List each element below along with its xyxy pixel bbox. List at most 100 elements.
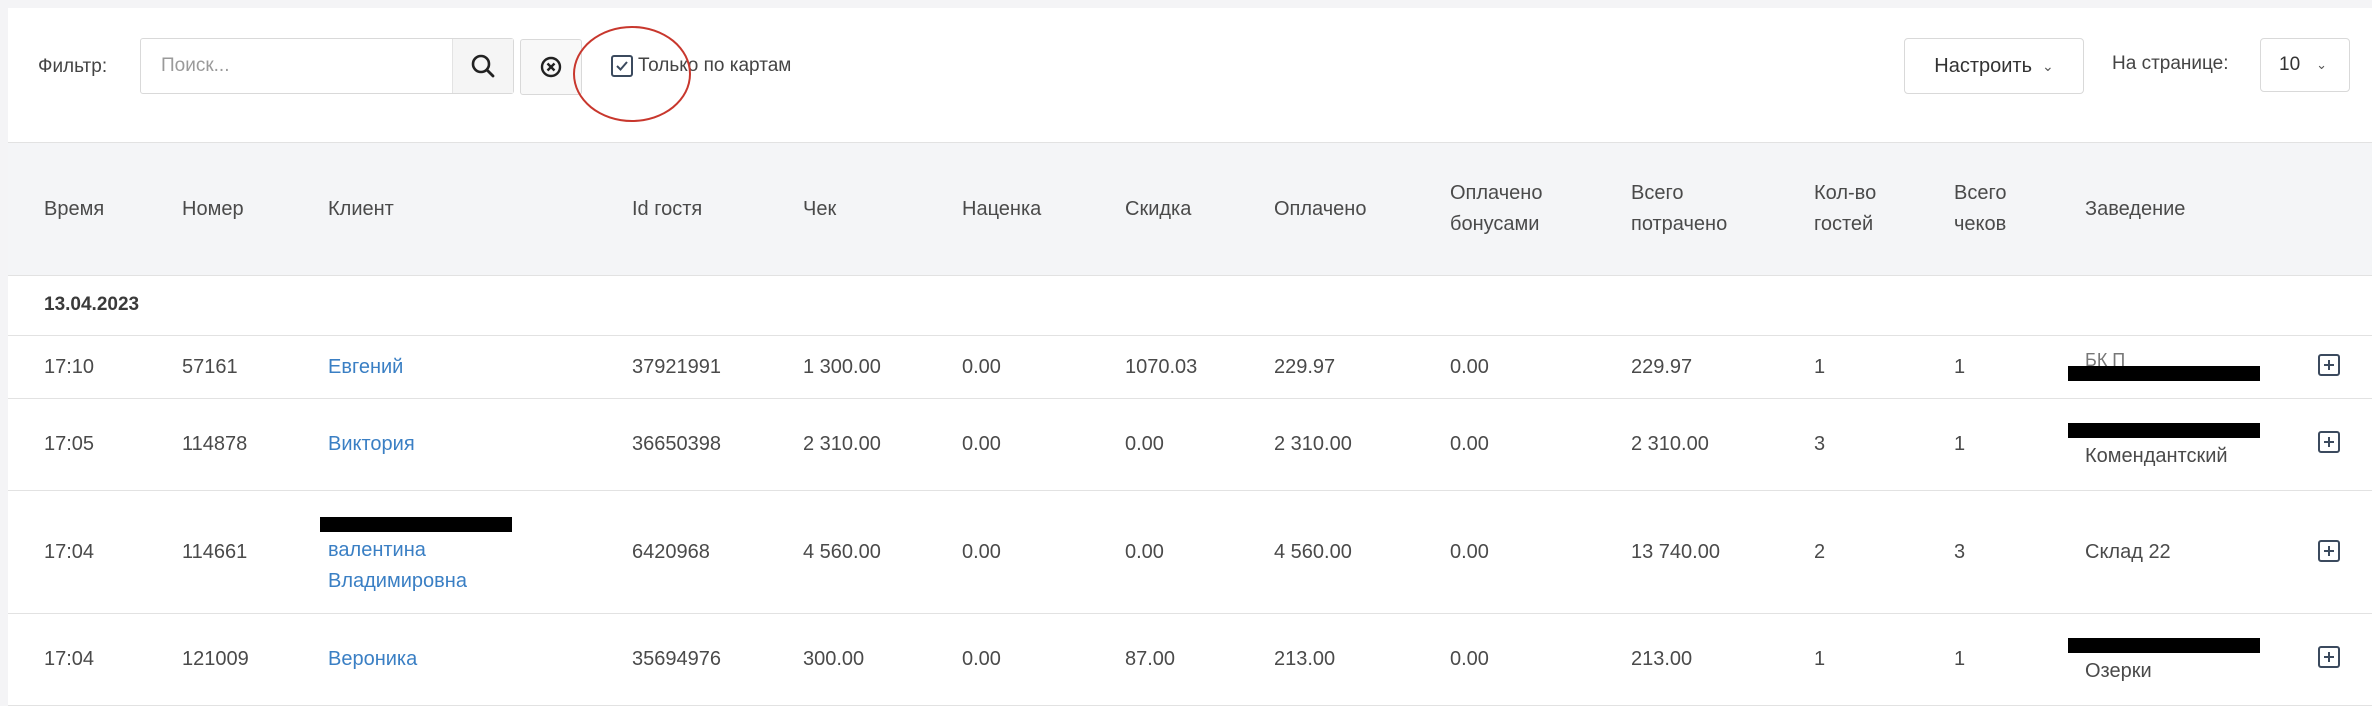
cell-check: 4 560.00 xyxy=(803,540,881,563)
cell-paid: 2 310.00 xyxy=(1274,433,1352,455)
cell-checks: 3 xyxy=(1954,540,1966,563)
cell-venue: Озерки xyxy=(2085,660,2152,682)
expand-row-button[interactable] xyxy=(2318,540,2340,562)
table-row[interactable]: 17:10 57161 Евгений 37921991 1 300.00 0.… xyxy=(8,336,2372,399)
search-button[interactable] xyxy=(452,39,513,93)
redaction-bar xyxy=(2068,638,2260,653)
chevron-down-icon: ⌄ xyxy=(2316,57,2328,72)
cell-markup: 0.00 xyxy=(962,540,1001,563)
cell-discount: 0.00 xyxy=(1125,433,1164,455)
plus-square-icon xyxy=(2324,360,2334,370)
column-header-check[interactable]: Чек xyxy=(803,143,836,275)
cell-total-spent: 213.00 xyxy=(1631,648,1693,670)
cell-time: 17:10 xyxy=(44,355,95,378)
column-header-total-spent[interactable]: Всего потрачено xyxy=(1631,143,1751,275)
cell-guests: 3 xyxy=(1814,433,1826,455)
cell-paid-bonus: 0.00 xyxy=(1450,433,1489,455)
table-header: Время Номер Клиент Id гостя Чек Наценка … xyxy=(8,142,2372,276)
column-header-number[interactable]: Номер xyxy=(182,143,244,275)
expand-row-button[interactable] xyxy=(2318,431,2340,453)
cell-markup: 0.00 xyxy=(962,433,1001,455)
group-date: 13.04.2023 xyxy=(44,294,140,315)
search-icon xyxy=(471,54,495,78)
search-field xyxy=(140,38,514,94)
column-header-client[interactable]: Клиент xyxy=(328,143,394,275)
cell-check: 300.00 xyxy=(803,648,865,670)
cell-paid: 4 560.00 xyxy=(1274,540,1352,563)
cell-discount: 87.00 xyxy=(1125,648,1176,670)
configure-columns-button[interactable]: Настроить ⌄ xyxy=(1904,38,2084,94)
cell-total-spent: 13 740.00 xyxy=(1631,540,1720,563)
plus-square-icon xyxy=(2324,652,2334,662)
cell-venue: Комендантский xyxy=(2085,445,2228,467)
clear-filter-button[interactable] xyxy=(520,39,582,95)
filter-toolbar: Фильтр: Только по кар xyxy=(8,8,2372,142)
cell-number: 121009 xyxy=(182,648,249,670)
only-cards-toggle[interactable]: Только по картам xyxy=(611,55,791,77)
column-header-checks[interactable]: Всего чеков xyxy=(1954,143,2034,275)
cell-paid-bonus: 0.00 xyxy=(1450,648,1489,670)
cell-check: 2 310.00 xyxy=(803,433,881,455)
search-input[interactable] xyxy=(141,39,447,93)
cell-paid-bonus: 0.00 xyxy=(1450,540,1489,563)
cell-number: 57161 xyxy=(182,355,238,378)
cell-time: 17:04 xyxy=(44,648,95,670)
column-header-paid[interactable]: Оплачено xyxy=(1274,143,1366,275)
cell-discount: 0.00 xyxy=(1125,540,1164,563)
cell-total-spent: 2 310.00 xyxy=(1631,433,1709,455)
cell-time: 17:05 xyxy=(44,433,95,455)
cell-total-spent: 229.97 xyxy=(1631,355,1693,378)
plus-square-icon xyxy=(2324,437,2334,447)
cell-number: 114661 xyxy=(182,540,248,563)
cell-guest-id: 36650398 xyxy=(632,433,721,455)
cell-guest-id: 6420968 xyxy=(632,540,710,563)
client-link[interactable]: валентина Владимировна xyxy=(328,535,508,597)
configure-label: Настроить xyxy=(1934,54,2032,77)
column-header-discount[interactable]: Скидка xyxy=(1125,143,1191,275)
date-group-row: 13.04.2023 xyxy=(8,276,2372,336)
per-page-select[interactable]: 10 ⌄ xyxy=(2260,38,2350,92)
column-header-venue[interactable]: Заведение xyxy=(2085,143,2185,275)
column-header-markup[interactable]: Наценка xyxy=(962,143,1041,275)
client-link[interactable]: Евгений xyxy=(328,352,403,383)
plus-square-icon xyxy=(2324,546,2334,556)
column-header-time[interactable]: Время xyxy=(44,143,104,275)
cell-checks: 1 xyxy=(1954,433,1966,455)
report-panel: Фильтр: Только по кар xyxy=(8,8,2372,706)
expand-row-button[interactable] xyxy=(2318,354,2340,376)
table-row[interactable]: 17:04 114661 валентина Владимировна 6420… xyxy=(8,491,2372,614)
per-page-label: На странице: xyxy=(2112,53,2229,74)
cell-checks: 1 xyxy=(1954,355,1966,378)
cell-discount: 1070.03 xyxy=(1125,355,1198,378)
redaction-bar xyxy=(2068,423,2260,438)
cell-checks: 1 xyxy=(1954,648,1966,670)
column-header-paid-bonus[interactable]: Оплачено бонусами xyxy=(1450,143,1580,275)
cell-markup: 0.00 xyxy=(962,355,1001,378)
clear-circle-x-icon xyxy=(540,56,562,78)
redaction-bar xyxy=(2068,366,2260,381)
cell-number: 114878 xyxy=(182,433,248,455)
cell-guests: 1 xyxy=(1814,355,1826,378)
only-cards-label: Только по картам xyxy=(638,55,792,76)
cell-venue: Склад 22 xyxy=(2085,540,2171,563)
chevron-down-icon: ⌄ xyxy=(2042,57,2054,74)
only-cards-checkbox[interactable] xyxy=(611,55,633,77)
cell-paid-bonus: 0.00 xyxy=(1450,355,1489,378)
column-header-guest-id[interactable]: Id гостя xyxy=(632,143,702,275)
cell-guest-id: 37921991 xyxy=(632,355,721,378)
client-link[interactable]: Вероника xyxy=(328,644,417,675)
cell-check: 1 300.00 xyxy=(803,355,881,378)
table-row[interactable]: 17:04 121009 Вероника 35694976 300.00 0.… xyxy=(8,614,2372,706)
table-row[interactable]: 17:05 114878 Виктория 36650398 2 310.00 … xyxy=(8,399,2372,491)
cell-guest-id: 35694976 xyxy=(632,648,721,670)
cell-paid: 213.00 xyxy=(1274,648,1336,670)
cell-paid: 229.97 xyxy=(1274,355,1336,378)
expand-row-button[interactable] xyxy=(2318,646,2340,668)
cell-time: 17:04 xyxy=(44,540,95,563)
checkmark-icon xyxy=(616,61,628,71)
client-link[interactable]: Виктория xyxy=(328,429,415,460)
filter-label: Фильтр: xyxy=(38,56,108,77)
cell-markup: 0.00 xyxy=(962,648,1001,670)
per-page-value: 10 xyxy=(2279,54,2301,75)
column-header-guests[interactable]: Кол-во гостей xyxy=(1814,143,1894,275)
